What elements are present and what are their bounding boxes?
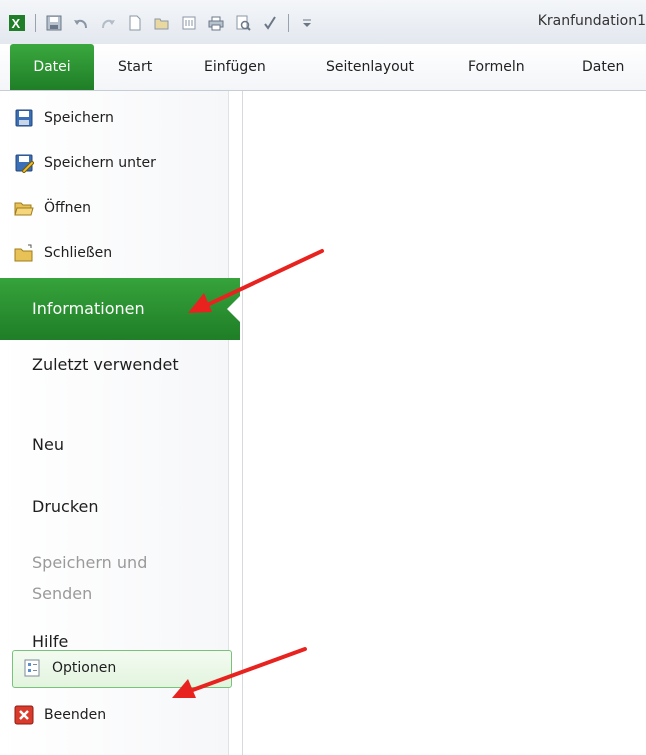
backstage-menu: Speichern Speichern unter Öffnen Schließ… <box>0 91 243 755</box>
save-label: Speichern <box>44 110 114 126</box>
close-command[interactable]: Schließen <box>14 236 112 270</box>
save-as-label: Speichern unter <box>44 155 156 171</box>
save-icon[interactable] <box>45 14 63 32</box>
open-icon[interactable] <box>153 14 171 32</box>
tab-seitenlayout[interactable]: Seitenlayout <box>326 44 414 90</box>
ribbon-tabs: Datei Start Einfügen Seitenlayout Formel… <box>0 44 646 91</box>
exit-label: Beenden <box>44 707 107 723</box>
print-item[interactable]: Drucken <box>32 491 99 522</box>
recent-item[interactable]: Zuletzt verwendet <box>32 349 182 380</box>
informationen-label: Informationen <box>32 299 145 318</box>
new-icon[interactable] <box>126 14 144 32</box>
save-and-send-item: Speichern und Senden <box>32 553 148 603</box>
open-label: Öffnen <box>44 200 92 216</box>
options-label: Optionen <box>52 660 117 676</box>
exit-command[interactable]: Beenden <box>14 698 106 732</box>
quick-access-toolbar: X <box>8 11 325 35</box>
print-icon[interactable] <box>207 14 225 32</box>
document-title: Kranfundation1 <box>537 13 646 29</box>
save-command[interactable]: Speichern <box>14 101 114 135</box>
tab-daten[interactable]: Daten <box>582 44 624 90</box>
print-preview-icon[interactable] <box>234 14 252 32</box>
excel-icon[interactable]: X <box>8 14 26 32</box>
tab-datei[interactable]: Datei <box>10 44 94 90</box>
close-folder-icon <box>14 243 34 263</box>
options-icon <box>22 658 42 678</box>
customize-qat-icon[interactable] <box>298 14 316 32</box>
exit-icon <box>14 705 34 725</box>
open-folder-icon <box>14 198 34 218</box>
svg-text:X: X <box>12 16 21 31</box>
save-as-icon <box>14 153 35 174</box>
tab-einfuegen[interactable]: Einfügen <box>204 44 266 90</box>
spelling-icon[interactable] <box>261 14 279 32</box>
tab-formeln[interactable]: Formeln <box>468 44 525 90</box>
close-label: Schließen <box>44 245 113 261</box>
toolbar-separator <box>35 14 36 32</box>
informationen-item[interactable]: Informationen <box>0 278 240 340</box>
new-item[interactable]: Neu <box>32 429 64 460</box>
selection-notch <box>227 296 240 322</box>
toolbar-separator <box>288 14 289 32</box>
redo-icon[interactable] <box>99 14 117 32</box>
open-command[interactable]: Öffnen <box>14 191 91 225</box>
save-icon <box>14 108 34 128</box>
save-as-command[interactable]: Speichern unter <box>14 146 156 180</box>
title-bar: X Kranfundation1 <box>0 0 646 44</box>
tab-start[interactable]: Start <box>118 44 152 90</box>
attach-icon[interactable] <box>180 14 198 32</box>
undo-icon[interactable] <box>72 14 90 32</box>
options-command[interactable]: Optionen <box>22 651 116 685</box>
